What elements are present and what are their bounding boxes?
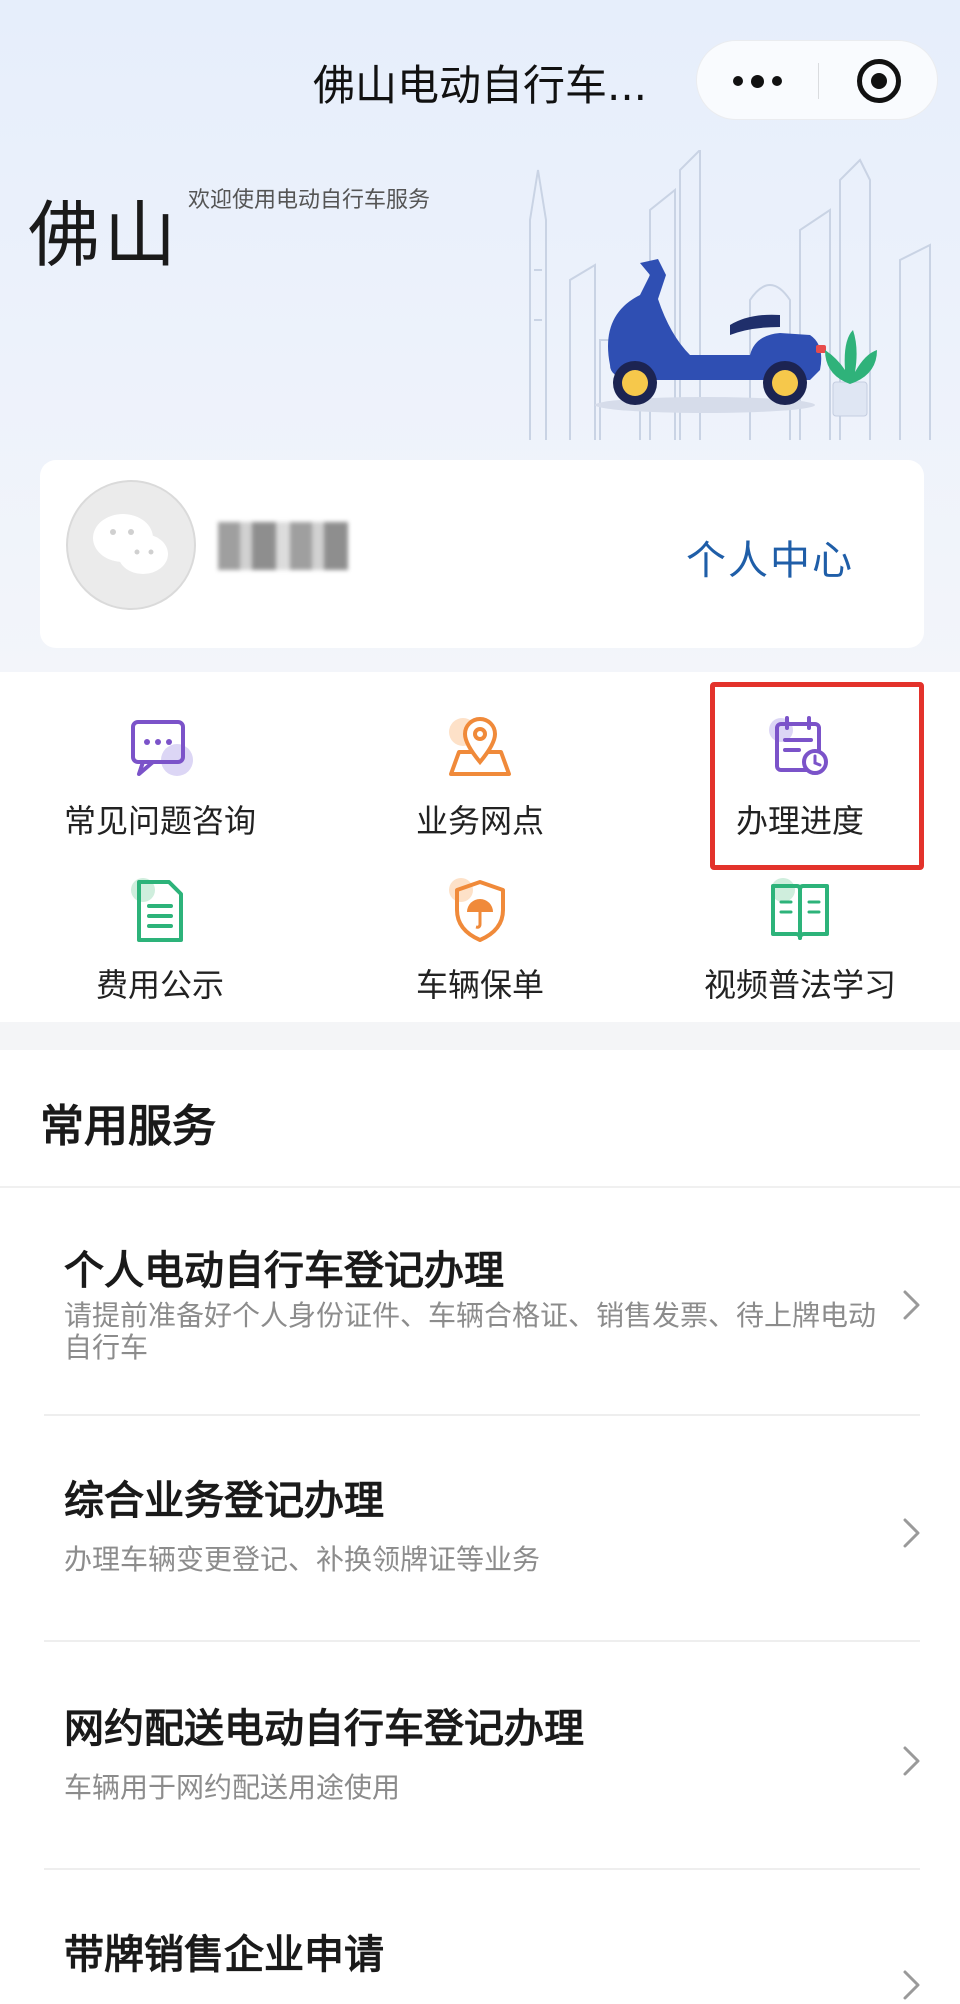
chevron-right-icon xyxy=(903,1746,920,1776)
header-banner: 佛山电动自行车... 佛山 欢迎使用电动自行车服务 个人中心 xyxy=(0,0,960,672)
quick-link-faq[interactable]: 常见问题咨询 xyxy=(0,672,320,840)
map-pin-icon xyxy=(449,717,511,776)
personal-center-link[interactable]: 个人中心 xyxy=(686,528,854,586)
service-item-plate-sales-application[interactable]: 带牌销售企业申请 xyxy=(0,1872,960,2004)
quick-link-insurance[interactable]: 车辆保单 xyxy=(320,836,640,1004)
username-blurred: **** xyxy=(218,522,348,570)
divider xyxy=(44,1640,920,1642)
service-desc: 请提前准备好个人身份证件、车辆合格证、销售发票、待上牌电动自行车 xyxy=(64,1299,877,1364)
highlight-annotation xyxy=(710,682,924,870)
welcome-text: 欢迎使用电动自行车服务 xyxy=(188,188,431,213)
user-card[interactable]: **** 个人中心 xyxy=(40,460,924,648)
chevron-right-icon xyxy=(903,1518,920,1548)
chevron-right-icon xyxy=(903,1970,920,2000)
quick-link-label: 视频普法学习 xyxy=(703,966,896,1004)
quick-link-label: 车辆保单 xyxy=(415,966,544,1004)
more-dots-icon[interactable] xyxy=(697,41,818,121)
divider xyxy=(44,1868,920,1870)
chat-bubble-icon xyxy=(131,720,193,776)
service-item-personal-registration[interactable]: 个人电动自行车登记办理 请提前准备好个人身份证件、车辆合格证、销售发票、待上牌电… xyxy=(0,1188,960,1416)
open-book-icon xyxy=(771,878,829,940)
service-desc: 办理车辆变更登记、补换领牌证等业务 xyxy=(64,1543,541,1576)
document-icon xyxy=(131,878,183,942)
page-title: 佛山电动自行车... xyxy=(312,61,648,110)
chevron-right-icon xyxy=(903,1290,920,1320)
target-close-icon[interactable] xyxy=(819,41,939,121)
service-desc: 车辆用于网约配送用途使用 xyxy=(64,1771,401,1804)
quick-link-label: 费用公示 xyxy=(95,966,224,1004)
quick-link-fees[interactable]: 费用公示 xyxy=(0,836,320,1004)
service-item-delivery-registration[interactable]: 网约配送电动自行车登记办理 车辆用于网约配送用途使用 xyxy=(0,1644,960,1872)
service-title: 个人电动自行车登记办理 xyxy=(64,1248,504,1294)
service-title: 综合业务登记办理 xyxy=(64,1478,384,1524)
service-item-general-registration[interactable]: 综合业务登记办理 办理车辆变更登记、补换领牌证等业务 xyxy=(0,1416,960,1644)
city-name: 佛山 xyxy=(28,193,181,277)
service-title: 网约配送电动自行车登记办理 xyxy=(64,1706,584,1752)
plant-illustration xyxy=(825,330,877,417)
section-divider xyxy=(0,1022,960,1050)
wechat-avatar-icon[interactable] xyxy=(66,480,196,610)
section-title: 常用服务 xyxy=(40,1101,216,1152)
shield-umbrella-icon xyxy=(449,878,505,942)
service-title: 带牌销售企业申请 xyxy=(64,1932,384,1978)
quick-link-outlets[interactable]: 业务网点 xyxy=(320,672,640,840)
scooter-illustration xyxy=(595,259,826,413)
miniprogram-capsule xyxy=(696,40,938,120)
